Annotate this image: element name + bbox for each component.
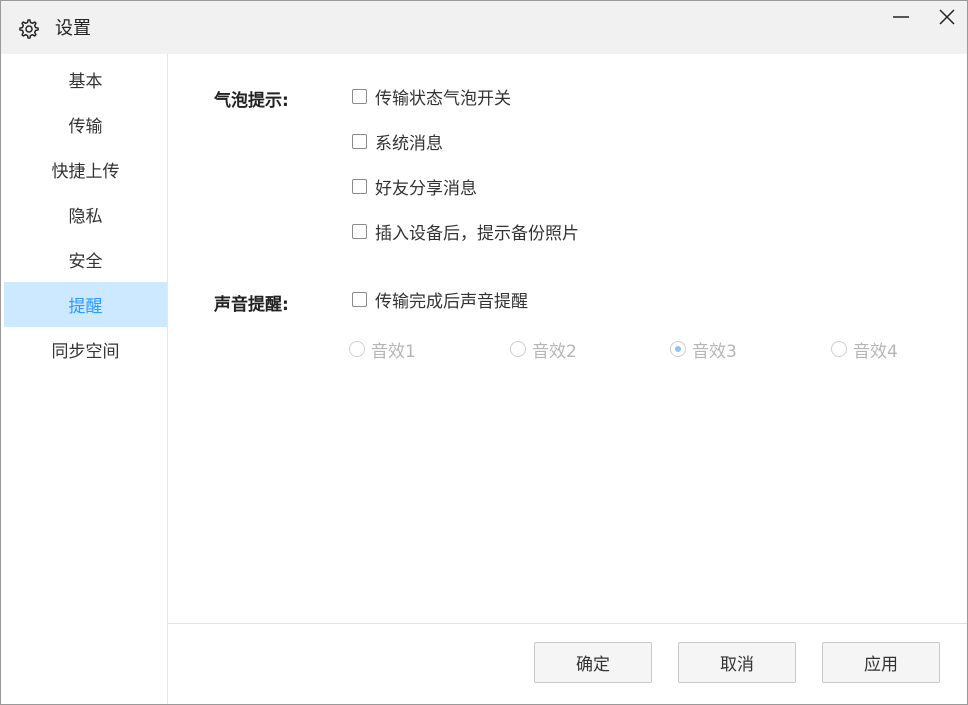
radio-circle[interactable]: [510, 341, 526, 357]
radio-circle[interactable]: [670, 341, 686, 357]
sidebar-item-quick-upload[interactable]: 快捷上传: [4, 147, 167, 192]
reminder-settings-panel: 气泡提示: 传输状态气泡开关 系统消息 好友分享消息 插入设备后，提示备份照片 …: [168, 54, 967, 704]
checkbox-box[interactable]: [352, 178, 367, 194]
radio-sound-effect-1[interactable]: 音效1: [349, 338, 416, 362]
dialog-footer: 确定 取消 应用: [168, 623, 967, 704]
bubble-section-label: 气泡提示:: [214, 91, 289, 111]
checkbox-system-message[interactable]: 系统消息: [352, 130, 443, 154]
checkbox-friend-share[interactable]: 好友分享消息: [352, 175, 477, 199]
sound-section-label: 声音提醒:: [214, 295, 289, 315]
checkbox-backup-photos[interactable]: 插入设备后，提示备份照片: [352, 220, 579, 244]
minimize-button[interactable]: [883, 5, 919, 33]
cancel-button[interactable]: 取消: [678, 642, 796, 683]
checkbox-sound-on-complete[interactable]: 传输完成后声音提醒: [352, 288, 528, 312]
radio-circle[interactable]: [831, 341, 847, 357]
minimize-icon: [892, 8, 910, 30]
sidebar-item-transfer[interactable]: 传输: [4, 102, 167, 147]
radio-circle[interactable]: [349, 341, 365, 357]
close-button[interactable]: [929, 5, 965, 33]
checkbox-box[interactable]: [352, 88, 367, 104]
window-title: 设置: [55, 18, 91, 39]
apply-button[interactable]: 应用: [822, 642, 940, 683]
settings-sidebar: 基本 传输 快捷上传 隐私 安全 提醒 同步空间: [1, 54, 168, 704]
title-bar[interactable]: 设置: [1, 1, 967, 54]
close-icon: [938, 8, 956, 30]
sidebar-item-security[interactable]: 安全: [4, 237, 167, 282]
checkbox-transfer-bubble[interactable]: 传输状态气泡开关: [352, 85, 511, 109]
checkbox-box[interactable]: [352, 291, 367, 307]
radio-sound-effect-4[interactable]: 音效4: [831, 338, 898, 362]
radio-sound-effect-3[interactable]: 音效3: [670, 338, 737, 362]
ok-button[interactable]: 确定: [534, 642, 652, 683]
sidebar-item-sync-space[interactable]: 同步空间: [4, 327, 167, 372]
radio-sound-effect-2[interactable]: 音效2: [510, 338, 577, 362]
gear-icon: [18, 18, 40, 40]
sidebar-item-basic[interactable]: 基本: [4, 57, 167, 102]
checkbox-box[interactable]: [352, 133, 367, 149]
sidebar-item-reminder[interactable]: 提醒: [4, 282, 167, 327]
settings-window: 设置 基本 传输 快捷上传 隐私 安全 提醒 同步空间 气泡提示: 传输状态气泡…: [0, 0, 968, 705]
checkbox-box[interactable]: [352, 223, 367, 239]
sidebar-item-privacy[interactable]: 隐私: [4, 192, 167, 237]
